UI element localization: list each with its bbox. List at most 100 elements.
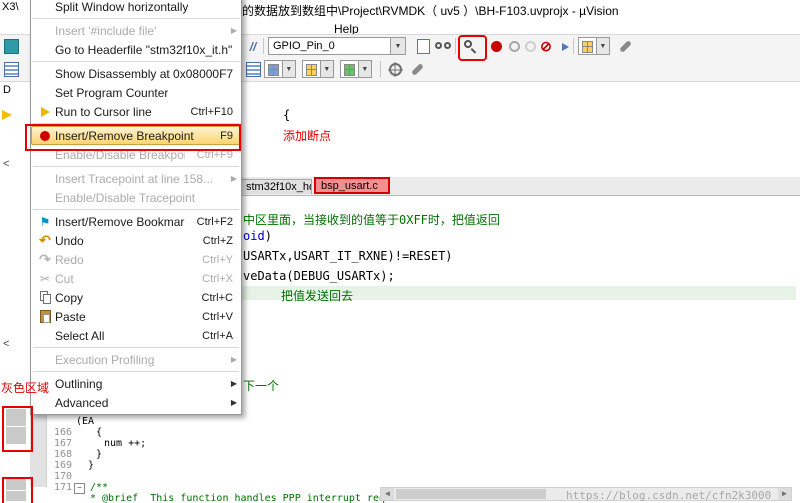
disassembly-window-dropdown[interactable]: ▼ bbox=[264, 60, 296, 78]
menu-item-run-to-cursor[interactable]: Run to Cursor line Ctrl+F10 bbox=[31, 102, 241, 121]
chevron-down-icon[interactable]: ▼ bbox=[357, 61, 371, 77]
upper-pane-brace: { bbox=[283, 108, 291, 122]
editor-context-menu: Split Window horizontally Insert '#inclu… bbox=[30, 0, 242, 415]
menu-item-split-window[interactable]: Split Window horizontally bbox=[31, 0, 241, 16]
scroll-left-icon[interactable]: ◄ bbox=[381, 488, 394, 500]
menu-item-enable-disable-tracepoint[interactable]: Enable/Disable Tracepoint bbox=[31, 188, 241, 207]
code-fragment: (EA bbox=[76, 416, 95, 427]
line-number: 169 bbox=[53, 460, 72, 471]
submenu-arrow-icon: ▶ bbox=[230, 398, 237, 407]
tab-stm32f10x-hd-s[interactable]: stm32f10x_hd.s bbox=[240, 179, 312, 194]
menu-separator bbox=[33, 18, 239, 19]
tab-bsp-usart-c[interactable]: bsp_usart.c bbox=[314, 177, 390, 194]
wrench-glyph-icon bbox=[410, 63, 424, 76]
target-icon[interactable] bbox=[386, 61, 404, 78]
scrollbar-thumb[interactable] bbox=[396, 489, 546, 499]
find-text-combobox[interactable]: GPIO_Pin_0 ▼ bbox=[268, 37, 406, 55]
watermark-text: https://blog.csdn.net/cfn2k3000 bbox=[566, 489, 772, 502]
redo-icon: ↷ bbox=[39, 251, 51, 267]
menu-separator bbox=[33, 209, 239, 210]
code-line: oid) bbox=[243, 229, 272, 243]
command-window-icon[interactable] bbox=[244, 61, 262, 78]
run-to-cursor-icon bbox=[35, 106, 55, 117]
teal-tool-icon[interactable] bbox=[2, 38, 20, 55]
line-number: 166 bbox=[53, 427, 72, 438]
window-layout-dropdown[interactable]: ▼ bbox=[578, 37, 610, 55]
toolbar-separator bbox=[263, 38, 264, 54]
line-number: 171 bbox=[53, 482, 72, 493]
collapse-left-icon[interactable]: < bbox=[3, 158, 9, 170]
toolbox-icon[interactable] bbox=[408, 61, 426, 78]
code-comment-line: /** bbox=[90, 482, 109, 493]
code-fragment: ) bbox=[264, 229, 272, 243]
comment-lines-icon[interactable]: // bbox=[244, 38, 262, 55]
menu-item-insert-remove-bookmark[interactable]: ⚑ Insert/Remove Bookmark Ctrl+F2 bbox=[31, 212, 241, 231]
right-triangle-icon bbox=[561, 42, 569, 51]
chevron-down-icon[interactable]: ▼ bbox=[281, 61, 295, 77]
binoculars-icon[interactable] bbox=[434, 38, 452, 55]
code-comment-line: 下一个 bbox=[243, 379, 280, 393]
window-title: 的数据放到数组中\Project\RVMDK（ uv5 ）\BH-F103.uv… bbox=[242, 4, 619, 18]
teal-square-icon bbox=[3, 39, 19, 54]
pane-title-fragment: D bbox=[3, 84, 11, 96]
project-path-fragment: X3\ bbox=[2, 1, 19, 13]
annotation-box-toolbar-icon bbox=[458, 35, 487, 61]
chevron-down-icon[interactable]: ▼ bbox=[319, 61, 333, 77]
menu-item-undo[interactable]: ↶ Undo Ctrl+Z bbox=[31, 231, 241, 250]
fold-collapse-icon[interactable]: − bbox=[74, 483, 85, 494]
scroll-right-icon[interactable]: ► bbox=[778, 488, 791, 500]
submenu-arrow-icon: ▶ bbox=[230, 174, 237, 183]
code-line: num ++; bbox=[104, 438, 147, 449]
cut-icon: ✂ bbox=[39, 271, 51, 286]
menu-item-outlining[interactable]: Outlining ▶ bbox=[31, 374, 241, 393]
chevron-down-icon[interactable]: ▼ bbox=[390, 38, 405, 54]
toolbar-separator bbox=[573, 38, 574, 54]
find-in-files-icon[interactable] bbox=[414, 38, 432, 55]
code-line: veData(DEBUG_USARTx); bbox=[243, 269, 395, 283]
rows-icon bbox=[245, 62, 261, 77]
memory-window-dropdown[interactable]: ▼ bbox=[302, 60, 334, 78]
toolbar-separator bbox=[455, 38, 456, 54]
code-line: { bbox=[96, 427, 103, 438]
sidebar-toggle-icon[interactable] bbox=[2, 61, 20, 78]
bookmark-icon: ⚑ bbox=[39, 214, 51, 229]
hollow-dot-icon bbox=[508, 41, 520, 52]
insert-breakpoint-icon[interactable] bbox=[487, 38, 505, 55]
line-number: 168 bbox=[53, 449, 72, 460]
annotation-box-gutter-top bbox=[2, 406, 33, 452]
annotation-gray-area: 灰色区域 bbox=[1, 381, 50, 395]
grid-icon bbox=[306, 64, 317, 76]
menu-item-set-program-counter[interactable]: Set Program Counter bbox=[31, 83, 241, 102]
code-keyword-fragment: oid bbox=[243, 229, 265, 243]
menu-item-select-all[interactable]: Select All Ctrl+A bbox=[31, 326, 241, 345]
menu-item-paste[interactable]: Paste Ctrl+V bbox=[31, 307, 241, 326]
code-line: USARTx,USART_IT_RXNE)!=RESET) bbox=[243, 249, 453, 263]
menu-item-advanced[interactable]: Advanced ▶ bbox=[31, 393, 241, 412]
menu-item-insert-tracepoint[interactable]: Insert Tracepoint at line 158... ▶ bbox=[31, 169, 241, 188]
tab-label: bsp_usart.c bbox=[321, 180, 378, 192]
code-comment-line: 把值发送回去 bbox=[281, 289, 354, 303]
kill-all-breakpoints-icon[interactable]: ⊘ bbox=[537, 38, 555, 55]
menu-item-execution-profiling[interactable]: Execution Profiling ▶ bbox=[31, 350, 241, 369]
submenu-arrow-icon: ▶ bbox=[230, 379, 237, 388]
wrench-glyph-icon bbox=[618, 40, 632, 53]
crosshair-icon bbox=[388, 63, 402, 76]
menu-item-cut[interactable]: ✂ Cut Ctrl+X bbox=[31, 269, 241, 288]
line-number: 170 bbox=[53, 471, 72, 482]
code-line: } bbox=[88, 460, 95, 471]
hollow-dot-icon bbox=[524, 41, 536, 52]
chevron-down-icon[interactable]: ▼ bbox=[595, 38, 609, 54]
menu-item-goto-headerfile[interactable]: Go to Headerfile "stm32f10x_it.h" bbox=[31, 40, 241, 59]
collapse-left-icon[interactable]: < bbox=[3, 338, 9, 350]
submenu-arrow-icon: ▶ bbox=[230, 26, 237, 35]
line-number: 167 bbox=[53, 438, 72, 449]
bookmark-next-icon[interactable] bbox=[556, 38, 574, 55]
uvision-window: X3\ 的数据放到数组中\Project\RVMDK（ uv5 ）\BH-F10… bbox=[0, 0, 800, 503]
menu-item-redo[interactable]: ↷ Redo Ctrl+Y bbox=[31, 250, 241, 269]
menu-item-insert-include[interactable]: Insert '#include file' ▶ bbox=[31, 21, 241, 40]
watch-window-dropdown[interactable]: ▼ bbox=[340, 60, 372, 78]
current-line-arrow-icon bbox=[2, 110, 12, 120]
menu-item-show-disassembly[interactable]: Show Disassembly at 0x08000F76 bbox=[31, 64, 241, 83]
menu-item-copy[interactable]: Copy Ctrl+C bbox=[31, 288, 241, 307]
wrench-icon[interactable] bbox=[616, 38, 634, 55]
